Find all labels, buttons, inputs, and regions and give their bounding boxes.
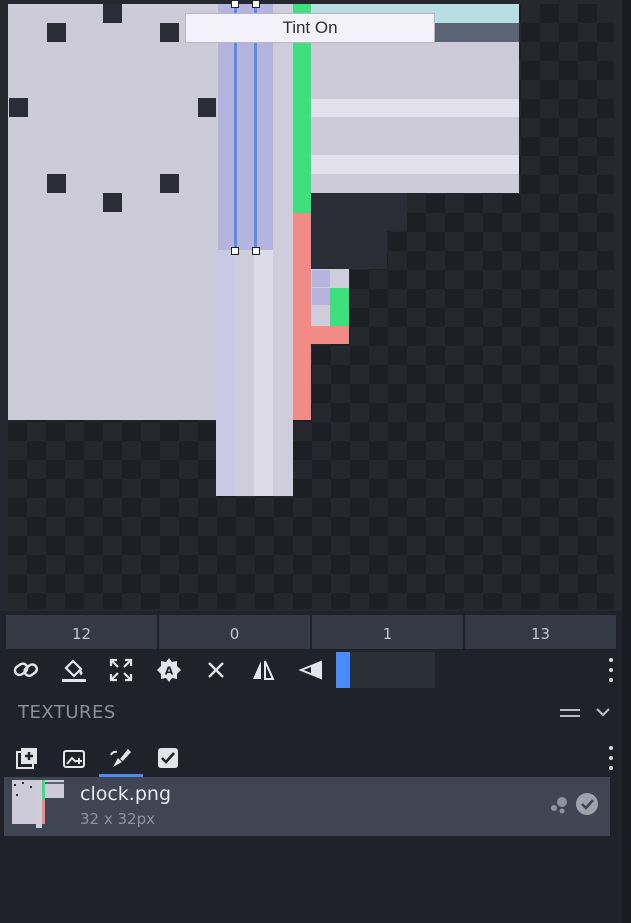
clock-marker [103, 193, 122, 212]
fill-button[interactable] [59, 652, 89, 688]
tab-select-all[interactable] [146, 740, 190, 776]
tab-add-image[interactable] [52, 740, 96, 776]
texture-name: clock.png [80, 783, 172, 805]
uv-coordinates: 12 0 1 13 [6, 615, 616, 649]
add-image-icon [63, 750, 85, 768]
dot [609, 766, 613, 770]
selection-handle[interactable] [231, 247, 239, 255]
dot [609, 678, 613, 682]
svg-text:A: A [165, 665, 174, 678]
clock-marker [47, 174, 66, 193]
textures-more-button[interactable] [608, 746, 614, 770]
uv-toolbar: A [0, 652, 622, 690]
texture-right-panel-band [311, 99, 519, 117]
texture-small-block [312, 288, 330, 305]
chevron-down-icon[interactable] [594, 702, 612, 722]
opacity-slider[interactable] [336, 652, 435, 688]
toolbar-more-button[interactable] [608, 658, 614, 682]
dot [609, 668, 613, 672]
texture-side-strip [216, 250, 235, 496]
clock-marker [160, 23, 179, 42]
clear-button[interactable] [201, 652, 231, 688]
texture-size: 32 x 32px [80, 810, 155, 828]
uv-width-field[interactable]: 1 [312, 615, 463, 649]
panel-title: TEXTURES [18, 702, 116, 723]
clock-marker [9, 98, 28, 117]
clock-marker [103, 4, 122, 23]
texture-right-panel-band [311, 155, 519, 174]
panel-menu-icon[interactable] [560, 706, 582, 720]
fit-frame-icon [109, 658, 133, 682]
selection-handle[interactable] [252, 0, 260, 8]
tab-add-texture[interactable] [5, 740, 49, 776]
auto-badge-icon: A [157, 658, 181, 682]
tint-tooltip: Tint On [185, 13, 435, 43]
close-icon [208, 662, 224, 678]
texture-salmon-strip [293, 213, 311, 420]
select-all-icon [158, 748, 178, 768]
clock-marker [198, 98, 217, 117]
tab-paint-tool[interactable] [99, 740, 143, 776]
check-circle-icon[interactable] [575, 792, 599, 816]
selection-handle[interactable] [231, 0, 239, 8]
texture-small-block [312, 270, 330, 287]
texture-canvas[interactable]: Tint On [0, 0, 622, 611]
texture-dark-block [311, 231, 387, 269]
link-icon [13, 662, 39, 677]
selection-handle[interactable] [252, 247, 260, 255]
dot [609, 658, 613, 662]
slider-fill [336, 652, 350, 688]
uv-x-field[interactable]: 12 [6, 615, 157, 649]
clock-marker [160, 174, 179, 193]
texture-small-block [330, 288, 349, 326]
dot [609, 746, 613, 750]
paint-bucket-icon [62, 659, 86, 682]
link-button[interactable] [11, 652, 41, 688]
texture-thumbnail [12, 780, 64, 828]
clock-marker [47, 23, 66, 42]
particles-icon[interactable] [549, 796, 569, 814]
texture-dark-block [311, 193, 407, 231]
texture-side-strip [254, 250, 273, 496]
texture-face-region [8, 4, 216, 420]
fit-frame-button[interactable] [106, 652, 136, 688]
add-texture-icon [16, 748, 37, 769]
perspective-icon [298, 660, 322, 680]
mirror-button[interactable] [248, 652, 278, 688]
uv-y-field[interactable]: 0 [159, 615, 310, 649]
dot [609, 756, 613, 760]
mirror-icon [253, 660, 275, 680]
texture-salmon-strip [311, 326, 349, 344]
texture-tabs [0, 740, 622, 778]
perspective-button[interactable] [296, 652, 326, 688]
uv-height-field[interactable]: 13 [465, 615, 616, 649]
auto-uv-button[interactable]: A [154, 652, 184, 688]
paint-tool-icon [110, 749, 131, 767]
vertical-scrollbar[interactable] [622, 0, 631, 923]
